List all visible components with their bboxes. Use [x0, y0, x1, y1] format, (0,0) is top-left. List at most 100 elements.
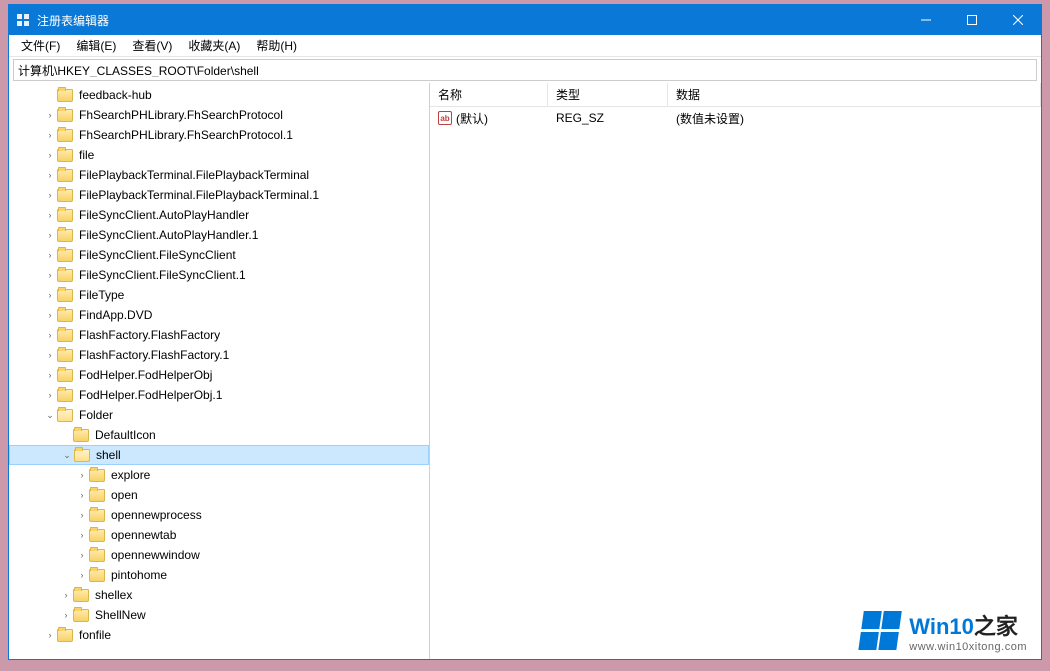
tree-item[interactable]: › FileSyncClient.FileSyncClient.1 [9, 265, 429, 285]
tree-item-shell[interactable]: ⌄ shell [9, 445, 429, 465]
expand-icon[interactable]: › [75, 530, 89, 540]
tree-item[interactable]: ›pintohome [9, 565, 429, 585]
tree-item-folder[interactable]: ⌄Folder [9, 405, 429, 425]
tree-item[interactable]: › FodHelper.FodHelperObj.1 [9, 385, 429, 405]
tree-item[interactable]: ›opennewprocess [9, 505, 429, 525]
tree-item[interactable]: ›FileSyncClient.AutoPlayHandler.1 [9, 225, 429, 245]
menu-favorites[interactable]: 收藏夹(A) [180, 35, 248, 56]
folder-icon [57, 349, 73, 362]
col-header-name[interactable]: 名称 [430, 83, 548, 106]
tree-item[interactable]: › explore [9, 465, 429, 485]
folder-icon [57, 629, 73, 642]
menu-view[interactable]: 查看(V) [124, 35, 180, 56]
collapse-icon[interactable]: ⌄ [60, 450, 74, 461]
tree-item[interactable]: › FindApp.DVD [9, 305, 429, 325]
expand-icon[interactable]: › [75, 570, 89, 580]
tree-item[interactable]: › FileType [9, 285, 429, 305]
expand-icon[interactable]: › [43, 130, 57, 140]
tree-item[interactable]: › ShellNew [9, 605, 429, 625]
minimize-button[interactable] [903, 5, 949, 35]
tree-item-label: FodHelper.FodHelperObj.1 [77, 388, 224, 402]
tree-item-label: ShellNew [93, 608, 148, 622]
folder-icon [57, 209, 73, 222]
tree-item[interactable]: › FilePlaybackTerminal.FilePlaybackTermin… [9, 165, 429, 185]
expand-icon[interactable]: › [43, 150, 57, 160]
expand-icon[interactable]: › [43, 110, 57, 120]
tree-item-label: FindApp.DVD [77, 308, 154, 322]
expand-icon[interactable]: › [43, 270, 57, 280]
tree-item-label: FilePlaybackTerminal.FilePlaybackTermina… [77, 168, 311, 182]
tree-item-label: DefaultIcon [93, 428, 158, 442]
tree-item[interactable]: ›FlashFactory.FlashFactory [9, 325, 429, 345]
expand-icon[interactable]: › [43, 330, 57, 340]
tree-item[interactable]: ›FhSearchPHLibrary.FhSearchProtocol.1 [9, 125, 429, 145]
collapse-icon[interactable]: ⌄ [43, 410, 57, 421]
watermark: Win10之家 www.win10xitong.com [861, 609, 1027, 653]
tree-item[interactable]: ›shellex [9, 585, 429, 605]
value-row[interactable]: ab (默认) REG_SZ (数值未设置) [430, 107, 1041, 129]
menu-file[interactable]: 文件(F) [13, 35, 68, 56]
expand-icon[interactable]: › [59, 610, 73, 620]
tree-item[interactable]: ›opennewtab [9, 525, 429, 545]
folder-icon [57, 229, 73, 242]
tree-item-label: FhSearchPHLibrary.FhSearchProtocol [77, 108, 285, 122]
folder-icon [57, 249, 73, 262]
expand-icon[interactable]: › [43, 190, 57, 200]
tree-item-label: FileSyncClient.FileSyncClient [77, 248, 238, 262]
expand-icon[interactable]: › [43, 210, 57, 220]
tree-item[interactable]: ›FilePlaybackTerminal.FilePlaybackTermin… [9, 185, 429, 205]
col-header-type[interactable]: 类型 [548, 83, 668, 106]
watermark-text-black: 之家 [974, 614, 1018, 639]
string-value-icon: ab [438, 111, 452, 125]
expand-icon[interactable]: › [75, 490, 89, 500]
tree-item[interactable]: › FhSearchPHLibrary.FhSearchProtocol [9, 105, 429, 125]
tree-item[interactable]: ›fonfile [9, 625, 429, 645]
expand-icon[interactable]: › [59, 590, 73, 600]
tree-item[interactable]: › opennewwindow [9, 545, 429, 565]
tree-item[interactable]: ›FlashFactory.FlashFactory.1 [9, 345, 429, 365]
tree-item[interactable]: DefaultIcon [9, 425, 429, 445]
tree-item-label: FileSyncClient.FileSyncClient.1 [77, 268, 248, 282]
address-input[interactable] [18, 63, 1032, 77]
tree-item[interactable]: feedback-hub [9, 85, 429, 105]
expand-icon[interactable]: › [43, 230, 57, 240]
tree-item[interactable]: › FileSyncClient.FileSyncClient [9, 245, 429, 265]
tree-item-label: FileType [77, 288, 126, 302]
expand-icon[interactable]: › [43, 310, 57, 320]
folder-icon [73, 609, 89, 622]
folder-icon [57, 389, 73, 402]
tree-pane[interactable]: feedback-hub›FhSearchPHLibrary.FhSearchP… [9, 83, 430, 659]
tree-item-label: opennewwindow [109, 548, 202, 562]
tree-item-label: file [77, 148, 96, 162]
expand-icon[interactable]: › [75, 470, 89, 480]
folder-icon [57, 289, 73, 302]
expand-icon[interactable]: › [43, 290, 57, 300]
tree-item[interactable]: › file [9, 145, 429, 165]
folder-icon [73, 589, 89, 602]
expand-icon[interactable]: › [43, 390, 57, 400]
address-bar[interactable] [13, 59, 1037, 81]
tree-item-label: explore [109, 468, 152, 482]
tree-item-label: shell [94, 448, 123, 462]
expand-icon[interactable]: › [43, 630, 57, 640]
tree-item[interactable]: › open [9, 485, 429, 505]
expand-icon[interactable]: › [43, 370, 57, 380]
folder-icon [57, 169, 73, 182]
tree-item-label: open [109, 488, 140, 502]
tree-item[interactable]: ›FodHelper.FodHelperObj [9, 365, 429, 385]
value-type: REG_SZ [548, 111, 668, 125]
maximize-button[interactable] [949, 5, 995, 35]
expand-icon[interactable]: › [43, 170, 57, 180]
menu-help[interactable]: 帮助(H) [248, 35, 305, 56]
tree-item[interactable]: ›FileSyncClient.AutoPlayHandler [9, 205, 429, 225]
menu-edit[interactable]: 编辑(E) [68, 35, 124, 56]
expand-icon[interactable]: › [43, 250, 57, 260]
menubar: 文件(F) 编辑(E) 查看(V) 收藏夹(A) 帮助(H) [9, 35, 1041, 57]
close-button[interactable] [995, 5, 1041, 35]
expand-icon[interactable]: › [75, 510, 89, 520]
values-header: 名称 类型 数据 [430, 83, 1041, 107]
folder-icon [57, 129, 73, 142]
expand-icon[interactable]: › [75, 550, 89, 560]
col-header-data[interactable]: 数据 [668, 83, 1041, 106]
expand-icon[interactable]: › [43, 350, 57, 360]
